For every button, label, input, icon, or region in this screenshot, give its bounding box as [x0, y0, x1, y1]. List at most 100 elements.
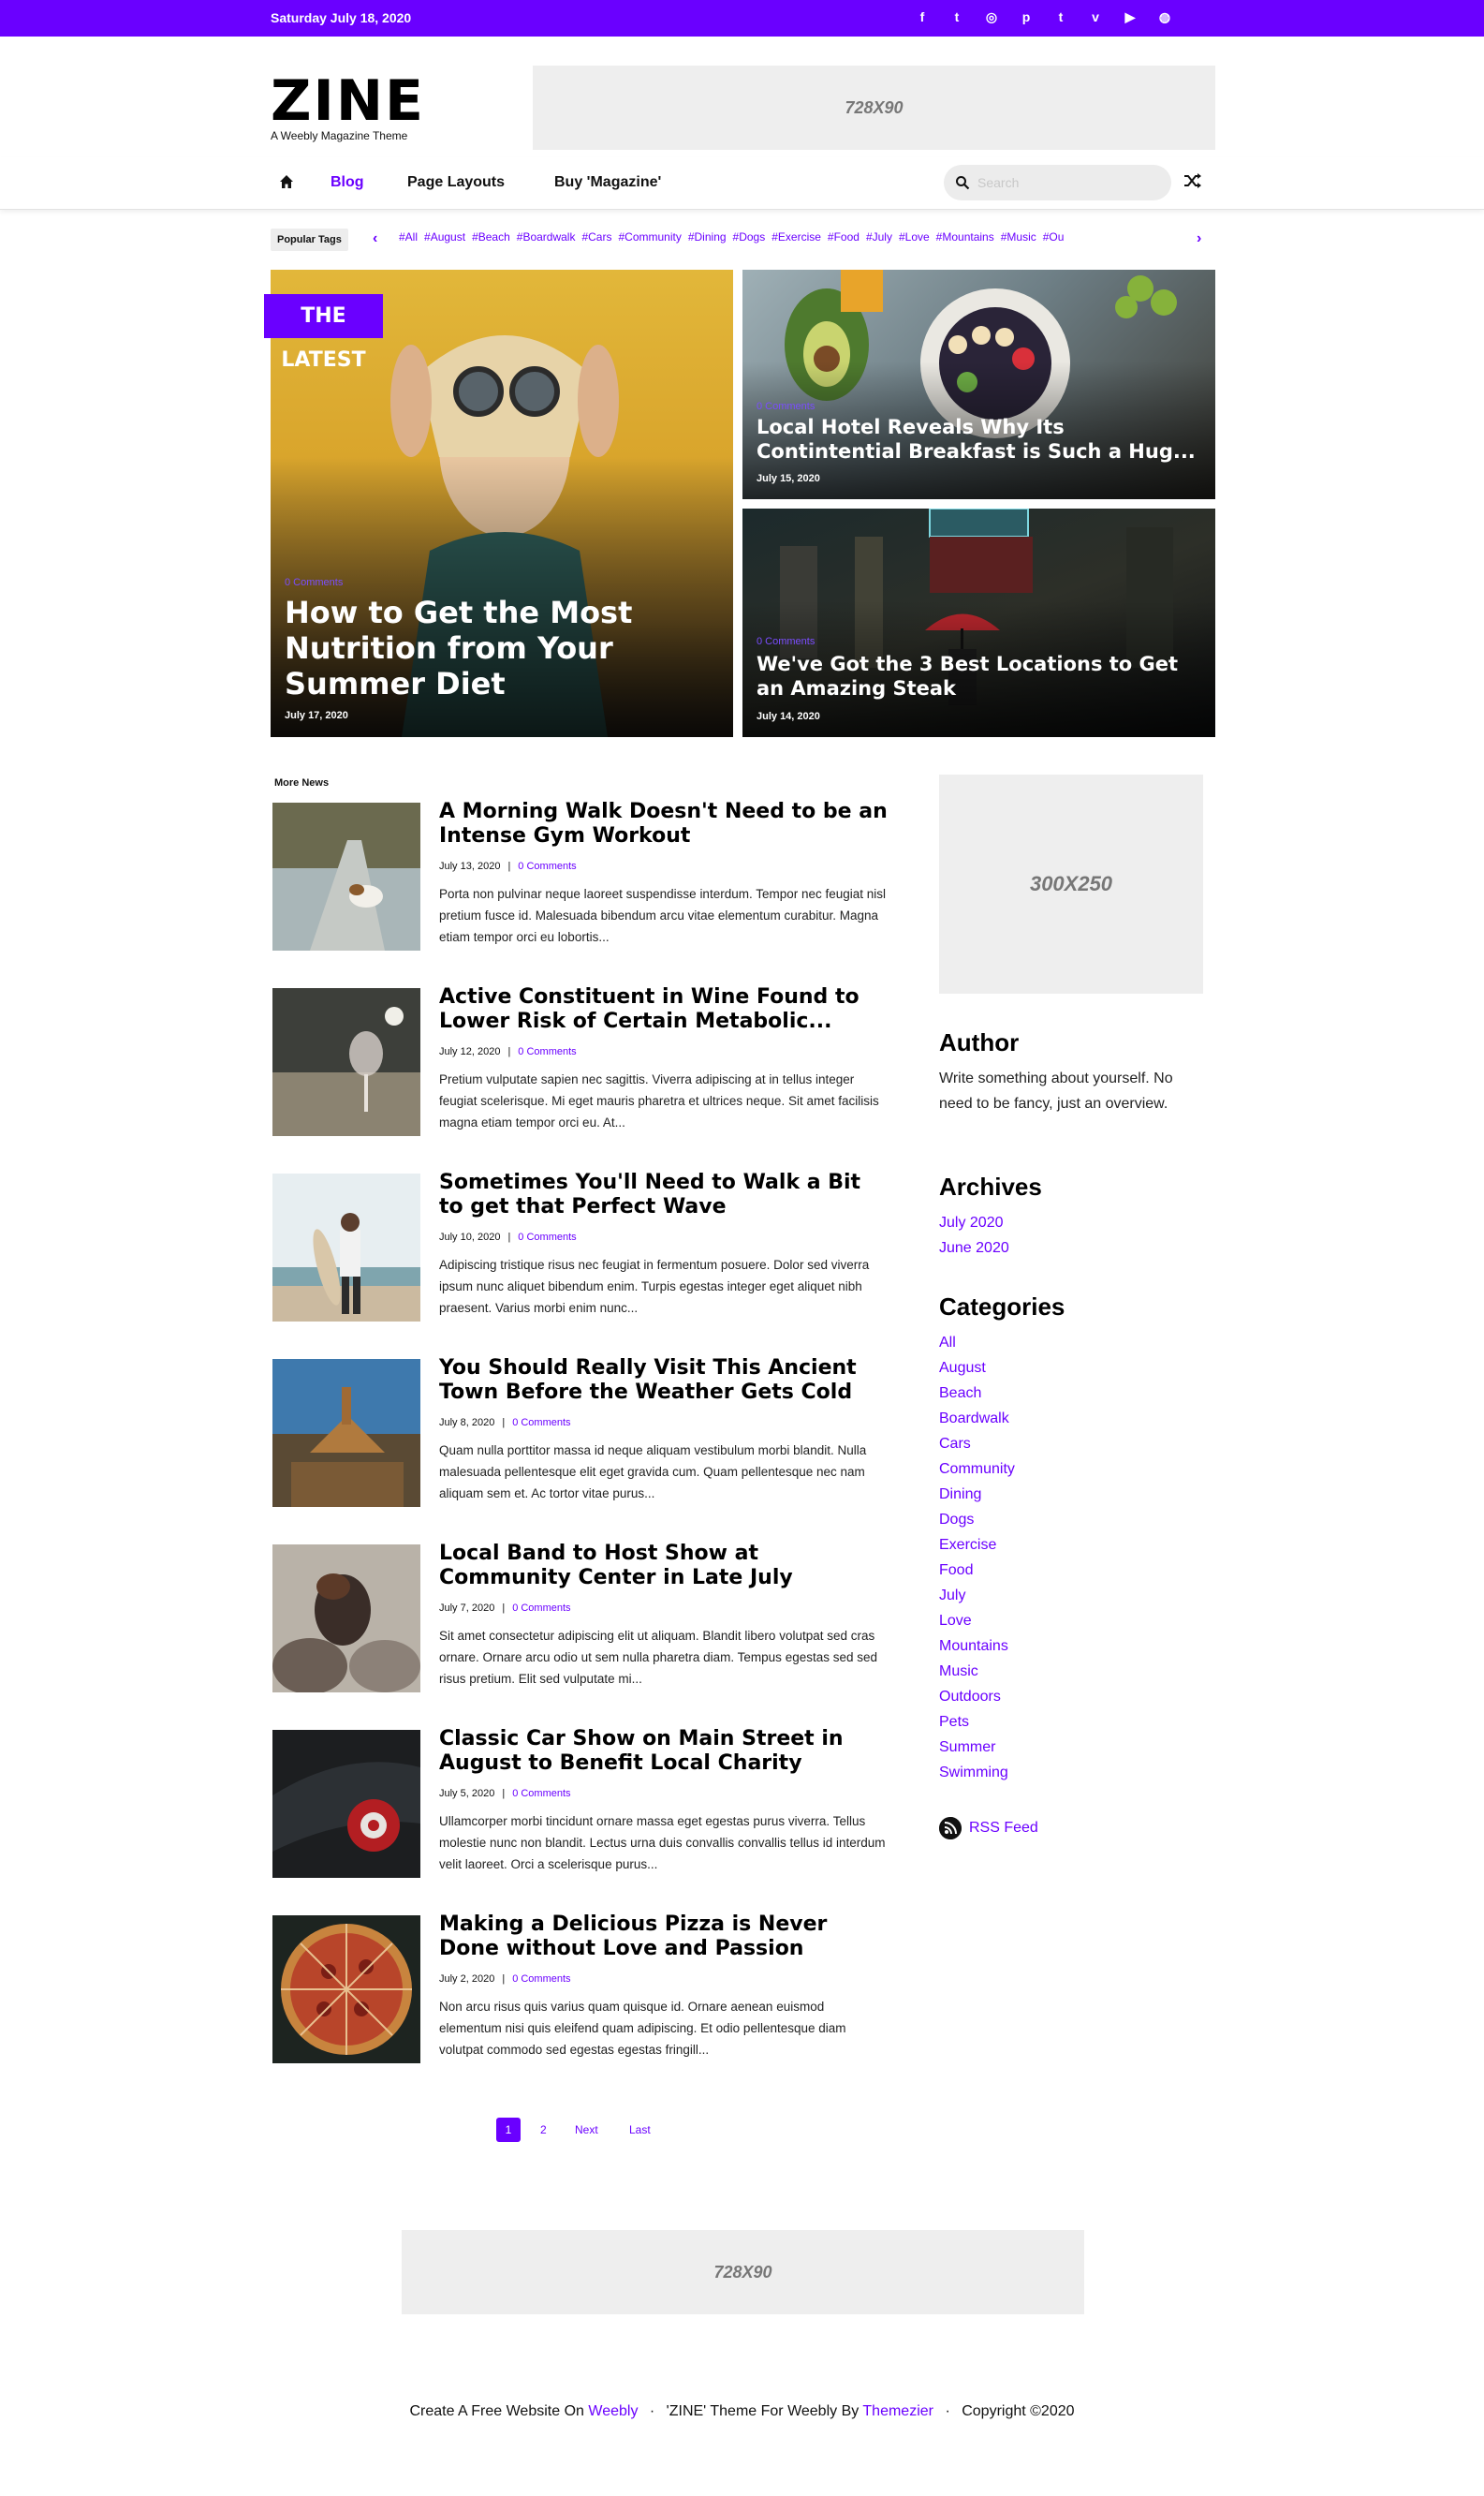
category-link[interactable]: Pets — [939, 1709, 1015, 1735]
post-thumbnail[interactable] — [272, 1544, 420, 1692]
tag-link[interactable]: #Dogs — [733, 230, 766, 244]
category-link[interactable]: Community — [939, 1456, 1015, 1482]
post-title[interactable]: Active Constituent in Wine Found to Lowe… — [439, 985, 889, 1034]
page-2-button[interactable]: 2 — [540, 2118, 547, 2142]
tag-link[interactable]: #Dining — [688, 230, 727, 244]
author-heading: Author — [939, 1028, 1020, 1056]
post-title[interactable]: Classic Car Show on Main Street in Augus… — [439, 1727, 889, 1776]
current-date: Saturday July 18, 2020 — [271, 10, 412, 25]
category-link[interactable]: Beach — [939, 1381, 1015, 1406]
post-date: July 8, 2020 — [439, 1417, 495, 1428]
category-link[interactable]: Love — [939, 1608, 1015, 1633]
category-link[interactable]: All — [939, 1330, 1015, 1355]
instagram-icon[interactable]: ◎ — [983, 8, 1000, 25]
category-link[interactable]: Dining — [939, 1482, 1015, 1507]
tag-link[interactable]: #July — [866, 230, 892, 244]
tag-link[interactable]: #Love — [899, 230, 930, 244]
post-title[interactable]: A Morning Walk Doesn't Need to be an Int… — [439, 800, 889, 849]
list-item: Classic Car Show on Main Street in Augus… — [272, 1727, 890, 1880]
post-comments-link[interactable]: 0 Comments — [518, 1046, 576, 1057]
rss-feed-link[interactable]: RSS Feed — [939, 1817, 1038, 1839]
category-link[interactable]: Food — [939, 1558, 1015, 1583]
bottom-ad-placeholder: 728X90 — [402, 2230, 1084, 2314]
post-comments-link[interactable]: 0 Comments — [512, 1417, 570, 1428]
hero-b-title-line: an Amazing Steak — [757, 677, 956, 700]
category-link[interactable]: Music — [939, 1659, 1015, 1684]
site-logo[interactable]: ZINE — [271, 73, 425, 129]
themezier-link[interactable]: Themezier — [862, 2403, 933, 2419]
post-comments-link[interactable]: 0 Comments — [518, 1232, 576, 1243]
post-meta: July 12, 2020 | 0 Comments — [439, 1046, 577, 1057]
tag-link[interactable]: #Boardwalk — [517, 230, 576, 244]
tag-link[interactable]: #Community — [618, 230, 681, 244]
hero-main-comments[interactable]: 0 Comments — [285, 577, 343, 588]
post-thumbnail[interactable] — [272, 1915, 420, 2063]
hero-post-breakfast[interactable]: 0 Comments Local Hotel Reveals Why Its C… — [742, 270, 1215, 499]
category-link[interactable]: Exercise — [939, 1532, 1015, 1558]
archive-link[interactable]: June 2020 — [939, 1235, 1009, 1261]
post-thumbnail[interactable] — [272, 988, 420, 1136]
post-thumbnail[interactable] — [272, 803, 420, 951]
youtube-icon[interactable]: ▶ — [1122, 8, 1139, 25]
dribbble-icon[interactable]: ◍ — [1156, 8, 1173, 25]
tag-link[interactable]: #Ou — [1043, 230, 1065, 244]
tumblr-icon[interactable]: t — [1052, 8, 1069, 25]
category-link[interactable]: Dogs — [939, 1507, 1015, 1532]
post-comments-link[interactable]: 0 Comments — [518, 861, 576, 872]
post-meta: July 2, 2020 | 0 Comments — [439, 1973, 571, 1985]
tag-link[interactable]: #Exercise — [771, 230, 821, 244]
post-thumbnail[interactable] — [272, 1359, 420, 1507]
nav-item-page-layouts[interactable]: Page Layouts — [407, 174, 505, 191]
rss-icon — [939, 1817, 962, 1839]
tag-link[interactable]: #Mountains — [936, 230, 994, 244]
pinterest-icon[interactable]: p — [1018, 8, 1035, 25]
category-link[interactable]: Mountains — [939, 1633, 1015, 1659]
facebook-icon[interactable]: f — [914, 8, 931, 25]
category-link[interactable]: Cars — [939, 1431, 1015, 1456]
post-title[interactable]: Making a Delicious Pizza is Never Done w… — [439, 1913, 889, 1961]
hero-b-comments[interactable]: 0 Comments — [757, 636, 815, 647]
category-link[interactable]: Swimming — [939, 1760, 1015, 1785]
weebly-link[interactable]: Weebly — [588, 2403, 638, 2419]
page-1-button[interactable]: 1 — [496, 2118, 521, 2142]
post-title[interactable]: Local Band to Host Show at Community Cen… — [439, 1542, 889, 1590]
post-comments-link[interactable]: 0 Comments — [512, 1602, 570, 1614]
hero-a-comments[interactable]: 0 Comments — [757, 401, 815, 412]
category-link[interactable]: July — [939, 1583, 1015, 1608]
tags-prev-icon[interactable]: ‹ — [373, 230, 377, 247]
hero-a-title[interactable]: Local Hotel Reveals Why Its Contintentia… — [757, 415, 1196, 464]
post-comments-link[interactable]: 0 Comments — [512, 1788, 570, 1799]
tag-link[interactable]: #Beach — [472, 230, 510, 244]
tag-link[interactable]: #Music — [1001, 230, 1036, 244]
archives-heading: Archives — [939, 1173, 1042, 1201]
hero-main-title-line: Summer Diet — [285, 666, 506, 702]
tags-next-icon[interactable]: › — [1197, 230, 1201, 247]
archive-link[interactable]: July 2020 — [939, 1210, 1009, 1235]
category-link[interactable]: Outdoors — [939, 1684, 1015, 1709]
hero-post-steak[interactable]: 0 Comments We've Got the 3 Best Location… — [742, 509, 1215, 737]
tag-link[interactable]: #All — [399, 230, 418, 244]
shuffle-icon[interactable] — [1182, 170, 1204, 192]
home-icon[interactable] — [279, 174, 294, 189]
post-thumbnail[interactable] — [272, 1174, 420, 1322]
category-link[interactable]: Boardwalk — [939, 1406, 1015, 1431]
last-page-button[interactable]: Last — [629, 2118, 651, 2142]
search-input[interactable] — [977, 173, 1160, 192]
hero-b-title[interactable]: We've Got the 3 Best Locations to Get an… — [757, 652, 1178, 701]
hero-main-title[interactable]: How to Get the Most Nutrition from Your … — [285, 595, 632, 702]
tag-link[interactable]: #Cars — [581, 230, 611, 244]
category-link[interactable]: August — [939, 1355, 1015, 1381]
category-link[interactable]: Summer — [939, 1735, 1015, 1760]
tag-link[interactable]: #Food — [828, 230, 860, 244]
post-title[interactable]: You Should Really Visit This Ancient Tow… — [439, 1356, 889, 1405]
twitter-icon[interactable]: t — [948, 8, 965, 25]
post-comments-link[interactable]: 0 Comments — [512, 1973, 570, 1985]
nav-item-buy-magazine[interactable]: Buy 'Magazine' — [554, 174, 661, 191]
tag-link[interactable]: #August — [424, 230, 465, 244]
post-title[interactable]: Sometimes You'll Need to Walk a Bit to g… — [439, 1171, 889, 1219]
search-icon[interactable] — [955, 175, 970, 190]
nav-item-blog[interactable]: Blog — [331, 174, 364, 191]
vimeo-icon[interactable]: v — [1087, 8, 1104, 25]
next-page-button[interactable]: Next — [575, 2118, 598, 2142]
post-thumbnail[interactable] — [272, 1730, 420, 1878]
